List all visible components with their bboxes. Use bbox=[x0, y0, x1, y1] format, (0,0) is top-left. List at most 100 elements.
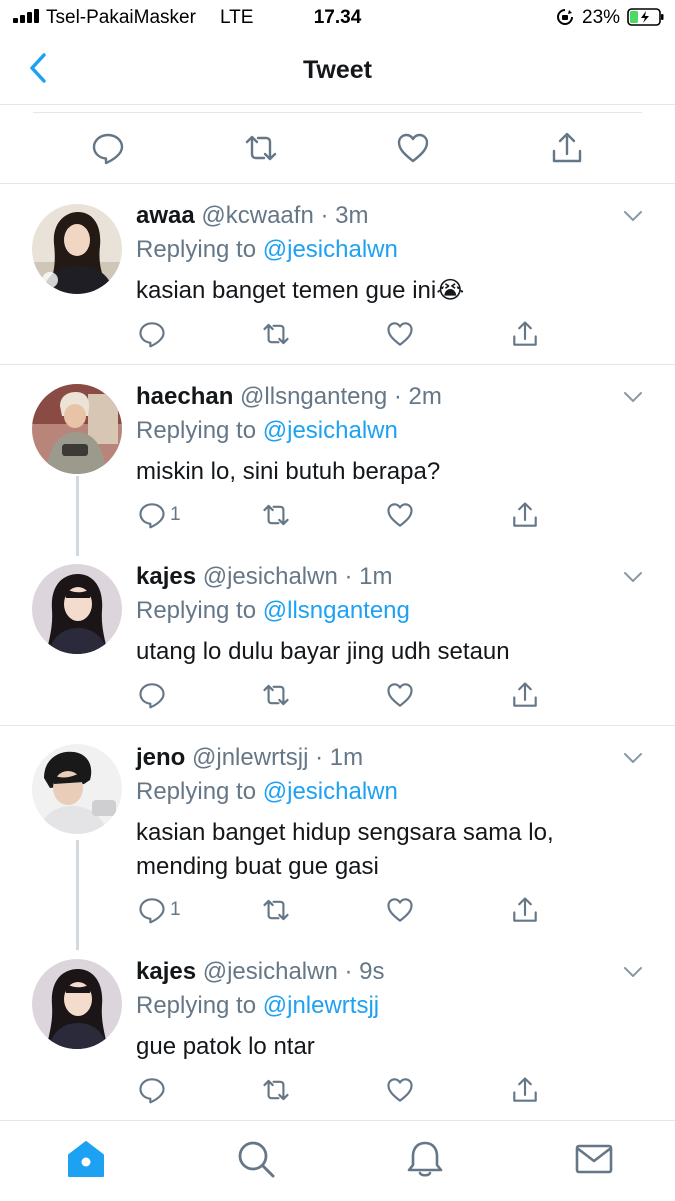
reply-text: utang lo dulu bayar jing udh setaun bbox=[136, 638, 510, 665]
username-handle[interactable]: @kcwaafn bbox=[201, 202, 313, 229]
reply-actions bbox=[0, 320, 675, 350]
reply-actions: 1 bbox=[0, 896, 675, 926]
mention-link[interactable]: @jnlewrtsjj bbox=[263, 992, 379, 1019]
reply-header: haechan @llsnganteng · 2m bbox=[136, 383, 442, 411]
chevron-down-icon[interactable] bbox=[623, 966, 643, 978]
mention-link[interactable]: @jesichalwn bbox=[263, 778, 398, 805]
username-handle[interactable]: @jnlewrtsjj bbox=[192, 744, 308, 771]
timestamp: 1m bbox=[329, 744, 364, 771]
timestamp: 2m bbox=[408, 383, 442, 410]
timestamp: 9s bbox=[359, 958, 385, 985]
replying-to-line: Replying to @llsnganteng bbox=[136, 597, 410, 624]
home-icon[interactable] bbox=[66, 1139, 106, 1179]
chevron-down-icon[interactable] bbox=[623, 571, 643, 583]
retweet-icon[interactable] bbox=[262, 896, 290, 924]
share-icon[interactable] bbox=[550, 131, 584, 165]
share-icon[interactable] bbox=[511, 896, 539, 924]
reply-count: 1 bbox=[170, 504, 181, 525]
username-handle[interactable]: @jesichalwn bbox=[203, 958, 338, 985]
reply-tweet[interactable]: kajes @jesichalwn · 9s Replying to @jnle… bbox=[0, 940, 675, 1120]
nav-bar: Tweet bbox=[0, 36, 675, 105]
mention-link[interactable]: @jesichalwn bbox=[263, 236, 398, 263]
reply-text: miskin lo, sini butuh berapa? bbox=[136, 458, 441, 485]
reply-icon[interactable] bbox=[138, 1076, 166, 1104]
dot-separator: · bbox=[315, 744, 324, 771]
page-title: Tweet bbox=[303, 56, 372, 84]
dot-separator: · bbox=[320, 202, 329, 229]
like-heart-icon[interactable] bbox=[386, 896, 414, 924]
retweet-icon[interactable] bbox=[262, 320, 290, 348]
reply-tweet[interactable]: awaa @kcwaafn · 3m Replying to @jesichal… bbox=[0, 184, 675, 364]
replying-to-line: Replying to @jesichalwn bbox=[136, 417, 398, 444]
replying-to-line: Replying to @jesichalwn bbox=[136, 778, 398, 805]
reply-header: kajes @jesichalwn · 9s bbox=[136, 958, 385, 986]
display-name[interactable]: jeno bbox=[136, 744, 185, 771]
reply-actions bbox=[0, 681, 675, 711]
reply-text: kasian banget hidup sengsara sama lo, me… bbox=[136, 816, 636, 884]
display-name[interactable]: kajes bbox=[136, 958, 196, 985]
messages-envelope-icon[interactable] bbox=[574, 1139, 614, 1179]
avatar[interactable] bbox=[32, 384, 122, 474]
retweet-icon[interactable] bbox=[262, 501, 290, 529]
chevron-down-icon[interactable] bbox=[623, 210, 643, 222]
reply-icon[interactable] bbox=[91, 131, 125, 165]
battery-icon bbox=[627, 8, 664, 26]
retweet-icon[interactable] bbox=[262, 681, 290, 709]
orientation-lock-icon bbox=[557, 9, 573, 25]
reply-tweet[interactable]: haechan @llsnganteng · 2m Replying to @j… bbox=[0, 365, 675, 545]
notifications-bell-icon[interactable] bbox=[405, 1139, 445, 1179]
timestamp: 3m bbox=[335, 202, 369, 229]
share-icon[interactable] bbox=[511, 1076, 539, 1104]
reply-header: kajes @jesichalwn · 1m bbox=[136, 563, 393, 591]
like-heart-icon[interactable] bbox=[386, 681, 414, 709]
replying-to-line: Replying to @jesichalwn bbox=[136, 236, 398, 263]
display-name[interactable]: kajes bbox=[136, 563, 196, 590]
like-heart-icon[interactable] bbox=[386, 320, 414, 348]
status-bar: Tsel-PakaiMasker LTE 17.34 23% bbox=[0, 0, 675, 36]
reply-tweet[interactable]: jeno @jnlewrtsjj · 1m Replying to @jesic… bbox=[0, 726, 675, 938]
reply-text: kasian banget temen gue ini😭 bbox=[136, 277, 465, 304]
reply-tweet[interactable]: kajes @jesichalwn · 1m Replying to @llsn… bbox=[0, 545, 675, 725]
avatar[interactable] bbox=[32, 204, 122, 294]
reply-text-line: mending buat gue gasi bbox=[136, 853, 379, 880]
share-icon[interactable] bbox=[511, 681, 539, 709]
display-name[interactable]: haechan bbox=[136, 383, 233, 410]
reply-actions bbox=[0, 1076, 675, 1106]
avatar[interactable] bbox=[32, 744, 122, 834]
avatar[interactable] bbox=[32, 564, 122, 654]
reply-icon[interactable] bbox=[138, 320, 166, 348]
reply-text: gue patok lo ntar bbox=[136, 1033, 315, 1060]
share-icon[interactable] bbox=[511, 320, 539, 348]
dot-separator: · bbox=[393, 383, 402, 410]
search-icon[interactable] bbox=[236, 1139, 276, 1179]
reply-header: jeno @jnlewrtsjj · 1m bbox=[136, 744, 363, 772]
reply-icon[interactable] bbox=[138, 501, 166, 529]
username-handle[interactable]: @llsnganteng bbox=[240, 383, 387, 410]
battery-percent: 23% bbox=[582, 7, 621, 28]
reply-icon[interactable] bbox=[138, 681, 166, 709]
share-icon[interactable] bbox=[511, 501, 539, 529]
avatar[interactable] bbox=[32, 959, 122, 1049]
chevron-down-icon[interactable] bbox=[623, 391, 643, 403]
like-heart-icon[interactable] bbox=[396, 131, 430, 165]
retweet-icon[interactable] bbox=[262, 1076, 290, 1104]
replying-to-line: Replying to @jnlewrtsjj bbox=[136, 992, 380, 1019]
reply-text-line: kasian banget hidup sengsara sama lo, bbox=[136, 819, 554, 846]
like-heart-icon[interactable] bbox=[386, 501, 414, 529]
main-tweet-actions bbox=[0, 113, 675, 184]
mention-link[interactable]: @llsnganteng bbox=[263, 597, 410, 624]
reply-actions: 1 bbox=[0, 501, 675, 531]
dot-separator: · bbox=[344, 958, 353, 985]
loudly-crying-emoji: 😭 bbox=[436, 277, 465, 304]
username-handle[interactable]: @jesichalwn bbox=[203, 563, 338, 590]
bottom-tab-bar bbox=[0, 1120, 675, 1201]
display-name[interactable]: awaa bbox=[136, 202, 195, 229]
retweet-icon[interactable] bbox=[244, 131, 278, 165]
mention-link[interactable]: @jesichalwn bbox=[263, 417, 398, 444]
like-heart-icon[interactable] bbox=[386, 1076, 414, 1104]
reply-header: awaa @kcwaafn · 3m bbox=[136, 202, 368, 230]
reply-icon[interactable] bbox=[138, 896, 166, 924]
chevron-down-icon[interactable] bbox=[623, 752, 643, 764]
dot-separator: · bbox=[344, 563, 353, 590]
timestamp: 1m bbox=[359, 563, 393, 590]
